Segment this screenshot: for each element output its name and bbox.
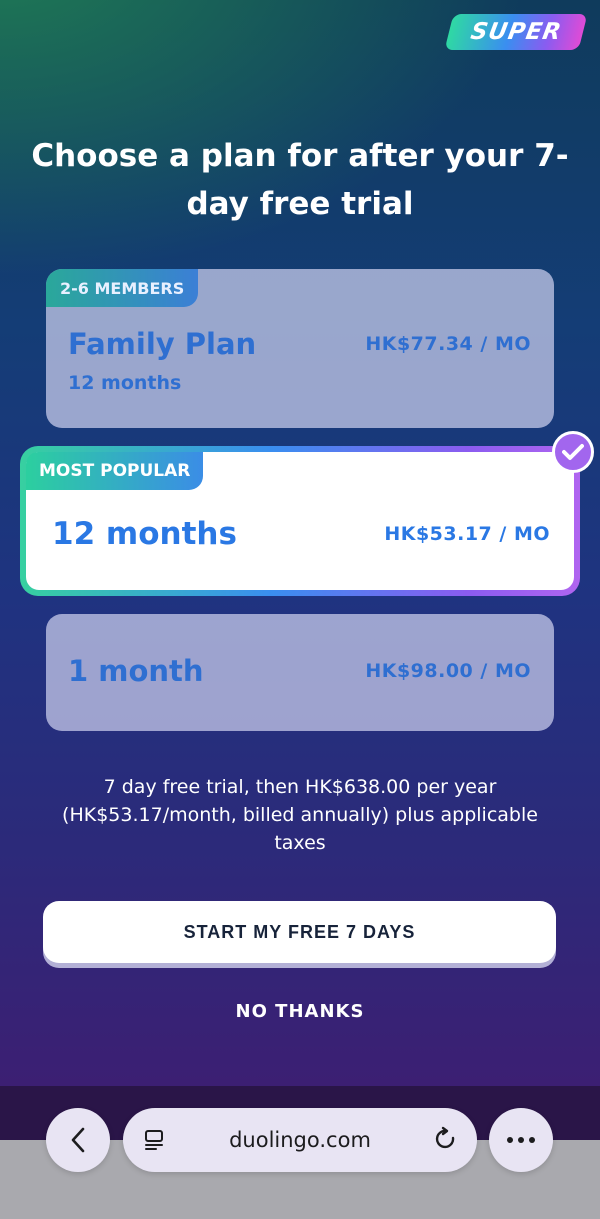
plan-card-annual[interactable]: MOST POPULAR 12 months HK$53.17 / MO xyxy=(20,446,580,596)
chevron-left-icon xyxy=(71,1127,85,1153)
page-title: Choose a plan for after your 7-day free … xyxy=(31,138,569,222)
more-dots-icon xyxy=(507,1137,535,1143)
plan-name-family: Family Plan xyxy=(68,327,257,361)
plan-price-annual: HK$53.17 / MO xyxy=(384,523,550,545)
plan-price-monthly: HK$98.00 / MO xyxy=(365,660,531,682)
reload-icon[interactable] xyxy=(433,1126,459,1154)
plan-card-family[interactable]: 2-6 MEMBERS Family Plan 12 months HK$77.… xyxy=(46,269,554,428)
plan-price-family: HK$77.34 / MO xyxy=(365,333,531,355)
back-button[interactable] xyxy=(46,1108,110,1172)
address-bar[interactable]: duolingo.com xyxy=(123,1108,477,1172)
paywall-screen: SUPER Choose a plan for after your 7-day… xyxy=(0,0,600,1086)
selected-check-icon xyxy=(552,431,594,473)
trial-terms-text: 7 day free trial, then HK$638.00 per yea… xyxy=(62,776,538,854)
plan-name-annual: 12 months xyxy=(52,516,237,552)
super-badge-label: SUPER xyxy=(468,19,564,45)
plan-card-monthly[interactable]: 1 month HK$98.00 / MO xyxy=(46,614,554,731)
url-text: duolingo.com xyxy=(229,1128,371,1152)
super-badge: SUPER xyxy=(444,14,588,50)
plan-duration-family: 12 months xyxy=(68,372,182,394)
plan-card-annual-inner: MOST POPULAR 12 months HK$53.17 / MO xyxy=(26,452,574,590)
no-thanks-button[interactable]: NO THANKS xyxy=(200,996,400,1028)
more-options-button[interactable] xyxy=(489,1108,553,1172)
start-free-trial-button[interactable]: START MY FREE 7 DAYS xyxy=(43,901,556,963)
plan-name-monthly: 1 month xyxy=(68,654,204,688)
most-popular-tag: MOST POPULAR xyxy=(26,452,204,490)
members-tag: 2-6 MEMBERS xyxy=(46,269,199,307)
